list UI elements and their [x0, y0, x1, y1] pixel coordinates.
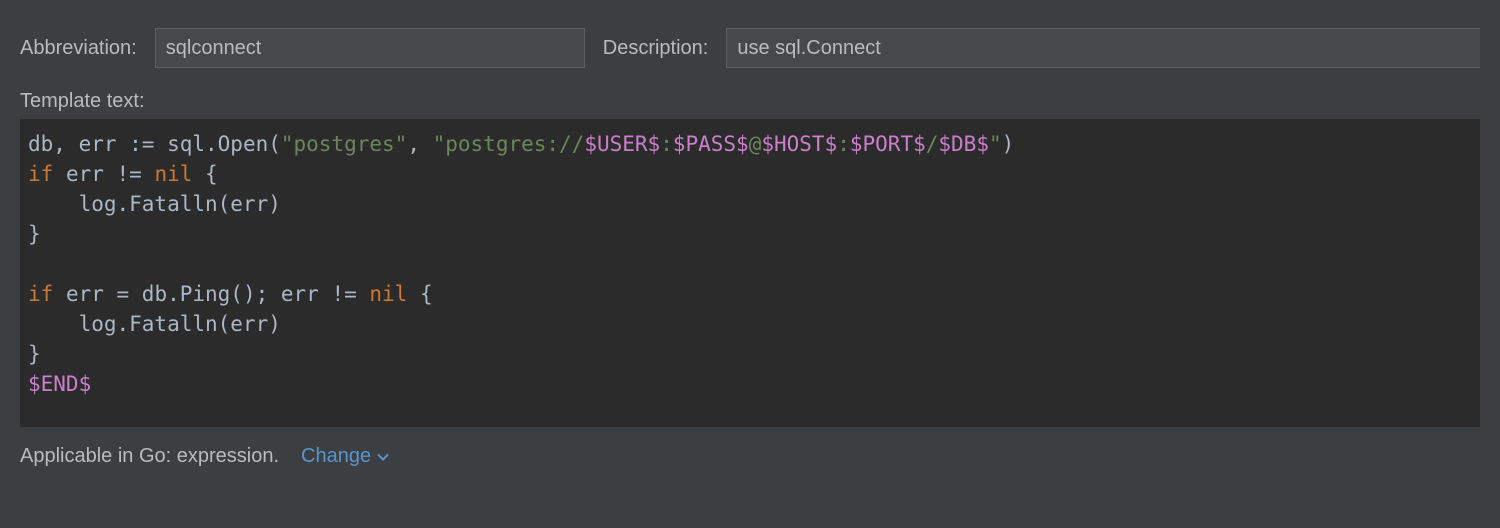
- header-row: Abbreviation: Description:: [20, 28, 1480, 68]
- description-input[interactable]: [726, 28, 1480, 68]
- template-text-editor[interactable]: db, err := sql.Open("postgres", "postgre…: [20, 119, 1480, 427]
- footer-row: Applicable in Go: expression. Change: [20, 445, 1480, 468]
- template-text-label: Template text:: [20, 90, 1480, 113]
- applicable-context-text: Applicable in Go: expression.: [20, 445, 279, 468]
- chevron-down-icon: [377, 451, 389, 463]
- change-context-link[interactable]: Change: [301, 445, 389, 468]
- change-context-label: Change: [301, 445, 371, 468]
- abbreviation-label: Abbreviation:: [20, 37, 137, 60]
- description-label: Description:: [603, 37, 709, 60]
- abbreviation-input[interactable]: [155, 28, 585, 68]
